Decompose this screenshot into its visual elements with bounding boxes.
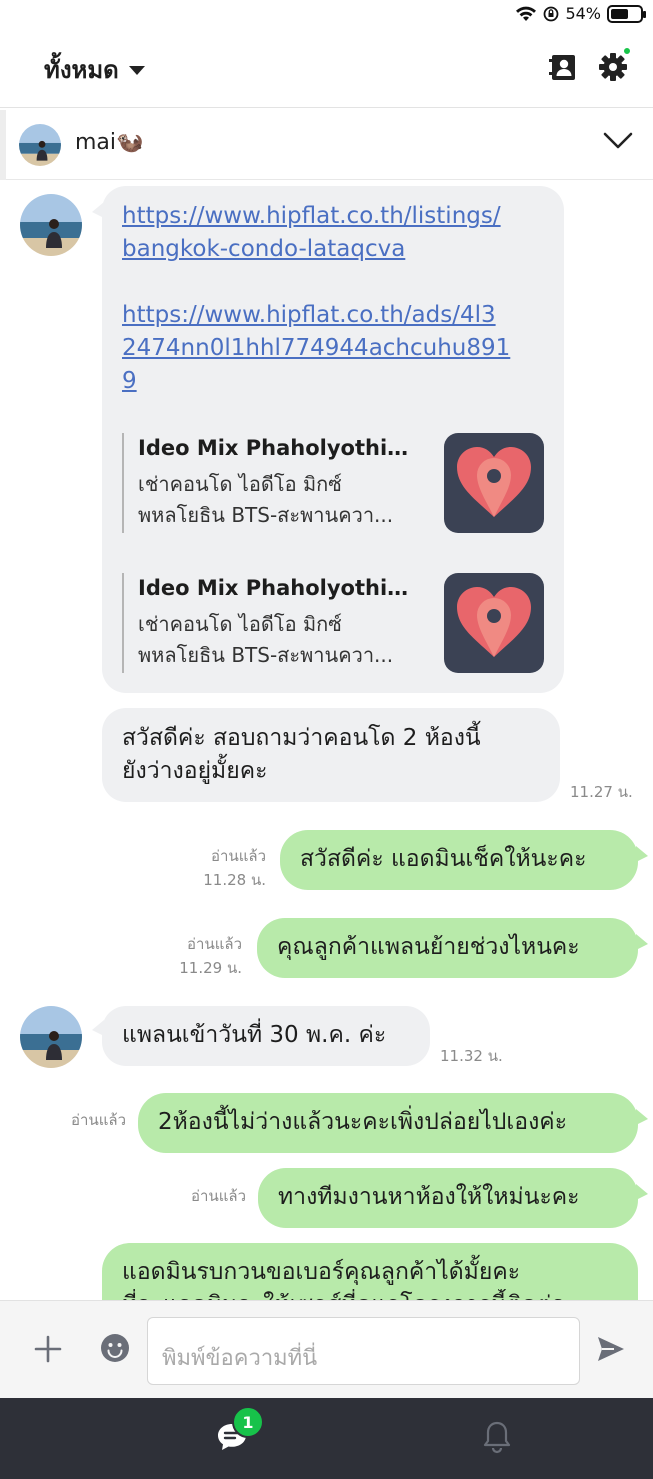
chat-messages[interactable]: https://www.hipflat.co.th/listings/ bang… — [0, 180, 653, 1300]
sender-avatar[interactable] — [20, 194, 82, 256]
link-listing-cont[interactable]: bangkok-condo-lataqcva — [122, 233, 542, 266]
bell-icon[interactable] — [482, 1420, 512, 1454]
battery-percent: 54% — [565, 4, 601, 23]
preview-title: Ideo Mix Phaholyothin - ... — [138, 436, 422, 460]
read-receipt: อ่านแล้ว — [211, 847, 266, 865]
plus-icon[interactable] — [34, 1335, 62, 1363]
preview-title: Ideo Mix Phaholyothin - ... — [138, 576, 422, 600]
link-ads-cont-2[interactable]: 9 — [122, 365, 542, 398]
message-input[interactable]: พิมพ์ข้อความที่นี่ — [147, 1317, 580, 1385]
link-ads-cont[interactable]: 2474nn0l1hhl774944achcuhu891 — [122, 332, 542, 365]
status-bar: 54% — [0, 0, 653, 30]
message-bubble-outgoing[interactable]: สวัสดีค่ะ แอดมินเช็คให้นะคะ — [280, 830, 638, 890]
heart-location-icon — [444, 573, 544, 673]
chat-contact-bar: mai🦦 — [0, 110, 653, 180]
contact-name[interactable]: mai🦦 — [75, 130, 143, 155]
emoji-icon[interactable] — [100, 1333, 130, 1363]
status-icons: 54% — [515, 4, 646, 23]
message-time: 11.29 น. — [179, 959, 242, 977]
send-icon[interactable] — [596, 1335, 626, 1363]
message-bubble-outgoing[interactable]: ทางทีมงานหาห้องให้ใหม่นะคะ — [258, 1168, 638, 1228]
message-bubble-links[interactable]: https://www.hipflat.co.th/listings/ bang… — [92, 186, 564, 693]
message-bubble[interactable]: สวัสดีค่ะ สอบถามว่าคอนโด 2 ห้องนี้ ยังว่… — [102, 708, 560, 802]
contact-avatar[interactable] — [19, 124, 61, 166]
message-time: 11.27 น. — [570, 783, 633, 801]
settings-icon[interactable] — [598, 46, 632, 82]
message-time: 11.32 น. — [440, 1047, 503, 1065]
preview-description: เช่าคอนโด ไอดีโอ มิกซ์ พหลโยธิน BTS-สะพา… — [138, 472, 394, 527]
heart-location-icon — [444, 433, 544, 533]
link-listing[interactable]: https://www.hipflat.co.th/listings/ — [122, 200, 542, 233]
bottom-navigation: 1 — [0, 1398, 653, 1479]
link-preview-card[interactable]: Ideo Mix Phaholyothin - ... เช่าคอนโด ไอ… — [122, 573, 544, 673]
message-time: 11.28 น. — [203, 871, 266, 889]
battery-icon — [607, 4, 646, 23]
message-bubble-outgoing[interactable]: คุณลูกค้าแพลนย้ายช่วงไหนคะ — [257, 918, 638, 978]
contacts-icon[interactable] — [548, 52, 578, 82]
rotation-lock-icon — [544, 6, 559, 21]
unread-badge: 1 — [232, 1406, 264, 1438]
link-preview-card[interactable]: Ideo Mix Phaholyothin - ... เช่าคอนโด ไอ… — [122, 433, 544, 533]
preview-description: เช่าคอนโด ไอดีโอ มิกซ์ พหลโยธิน BTS-สะพา… — [138, 612, 394, 667]
app-header: ทั้งหมด — [0, 30, 653, 108]
notification-dot — [622, 46, 632, 56]
read-receipt: อ่านแล้ว — [191, 1187, 246, 1205]
message-meta: อ่านแล้ว 11.28 น. — [150, 844, 266, 892]
read-receipt: อ่านแล้ว — [187, 935, 242, 953]
message-input-bar: พิมพ์ข้อความที่นี่ — [0, 1300, 653, 1398]
chat-filter-dropdown[interactable]: ทั้งหมด — [44, 50, 145, 89]
message-bubble-outgoing[interactable]: แอดมินรบกวนขอเบอร์คุณลูกค้าได้มั้ยคะ ที่… — [102, 1243, 638, 1300]
wifi-icon — [516, 6, 537, 21]
message-bubble-outgoing[interactable]: 2ห้องนี้ไม่ว่างแล้วนะคะเพิ่งปล่อยไปเองค่… — [138, 1093, 638, 1153]
sender-avatar[interactable] — [20, 1006, 82, 1068]
message-bubble[interactable]: แพลนเข้าวันที่ 30 พ.ค. ค่ะ — [102, 1006, 430, 1066]
chat-filter-label: ทั้งหมด — [44, 56, 119, 84]
chevron-down-icon[interactable] — [603, 132, 633, 150]
caret-down-icon — [128, 66, 145, 75]
message-meta: อ่านแล้ว 11.29 น. — [126, 932, 242, 980]
link-ads[interactable]: https://www.hipflat.co.th/ads/4l3 — [122, 299, 542, 332]
read-receipt: อ่านแล้ว — [71, 1111, 126, 1129]
